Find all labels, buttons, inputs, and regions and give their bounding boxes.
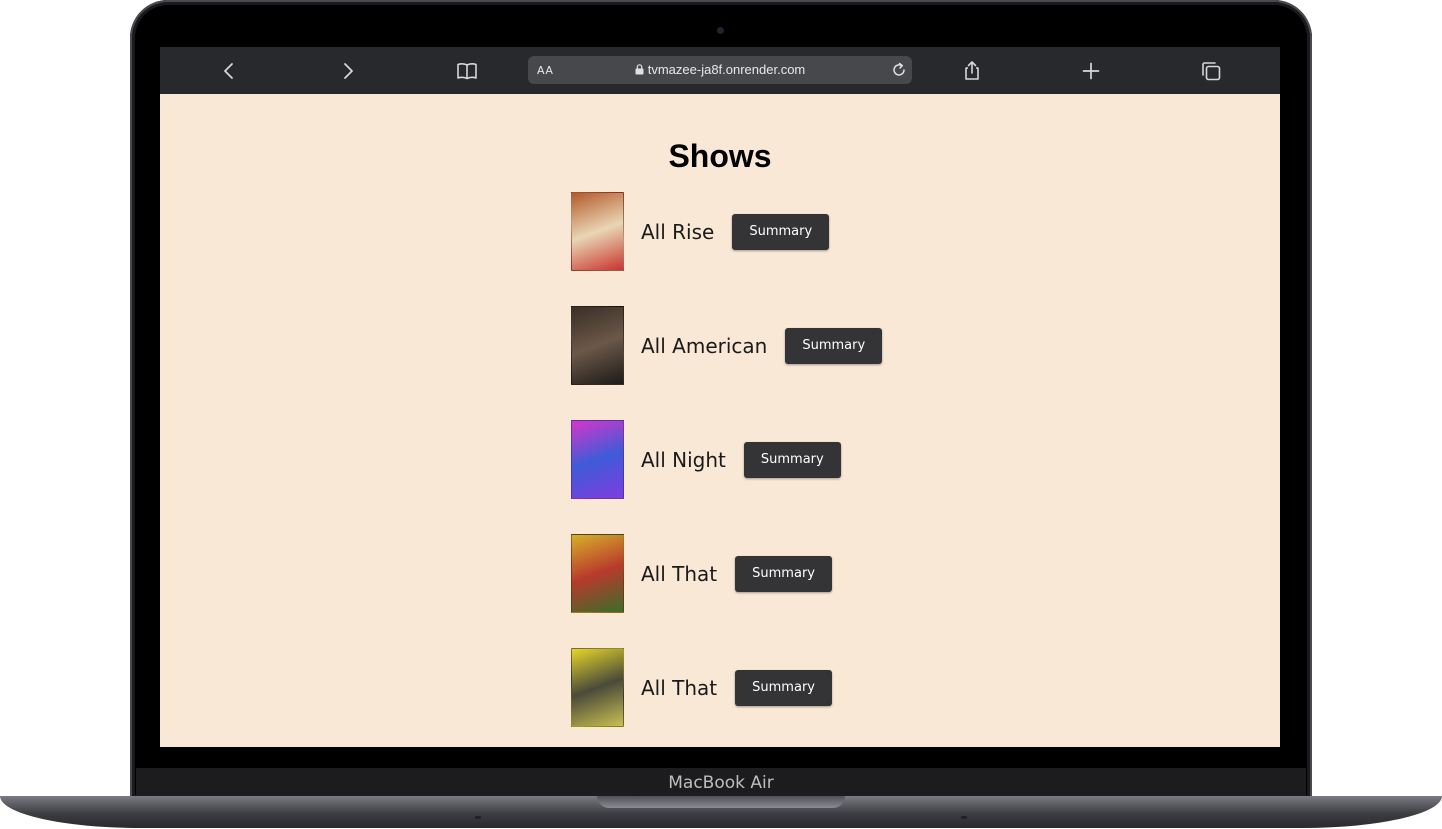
- show-name: All Night: [641, 447, 726, 472]
- device-label: MacBook Air: [668, 773, 774, 793]
- show-poster: [571, 192, 624, 271]
- summary-button[interactable]: Summary: [735, 555, 832, 592]
- browser-window: AA tvmazee-ja8f.onrender.com Shows All R…: [160, 47, 1280, 747]
- summary-button[interactable]: Summary: [732, 213, 830, 250]
- url-display: tvmazee-ja8f.onrender.com: [528, 62, 912, 77]
- show-item: All Rise Summary: [571, 192, 882, 271]
- lock-icon: [635, 64, 644, 75]
- show-name: All That: [641, 561, 718, 586]
- address-bar[interactable]: AA tvmazee-ja8f.onrender.com: [528, 56, 912, 84]
- tabs-overview-icon[interactable]: [1199, 59, 1223, 83]
- browser-toolbar: AA tvmazee-ja8f.onrender.com: [160, 47, 1280, 94]
- show-poster: [571, 534, 624, 613]
- back-icon[interactable]: [217, 59, 241, 83]
- laptop-notch: [597, 796, 845, 808]
- show-item: All That Summary: [571, 648, 882, 727]
- url-text: tvmazee-ja8f.onrender.com: [647, 62, 806, 77]
- page-content: Shows All Rise Summary All American Summary…: [160, 94, 1280, 747]
- show-name: All Rise: [641, 219, 715, 244]
- laptop-foot: [961, 816, 967, 819]
- show-list: All Rise Summary All American Summary All Ni…: [571, 192, 883, 747]
- bookmarks-icon[interactable]: [455, 59, 479, 83]
- share-icon[interactable]: [960, 59, 984, 83]
- summary-button[interactable]: Summary: [743, 441, 841, 478]
- forward-icon[interactable]: [336, 59, 360, 83]
- show-name: All That: [641, 675, 718, 700]
- summary-button[interactable]: Summary: [785, 327, 883, 364]
- new-tab-icon[interactable]: [1079, 59, 1103, 83]
- camera-icon: [717, 27, 724, 34]
- show-poster: [571, 306, 624, 385]
- laptop-chin: MacBook Air: [136, 768, 1306, 798]
- summary-button[interactable]: Summary: [735, 669, 832, 706]
- page-title: Shows: [668, 138, 772, 174]
- show-poster: [571, 420, 624, 499]
- show-item: All Night Summary: [571, 420, 882, 499]
- show-poster: [571, 648, 624, 727]
- reload-icon[interactable]: [890, 61, 908, 79]
- show-name: All American: [641, 333, 768, 358]
- show-item: All American Summary: [571, 306, 883, 385]
- show-item: All That Summary: [571, 534, 882, 613]
- laptop-foot: [475, 816, 481, 819]
